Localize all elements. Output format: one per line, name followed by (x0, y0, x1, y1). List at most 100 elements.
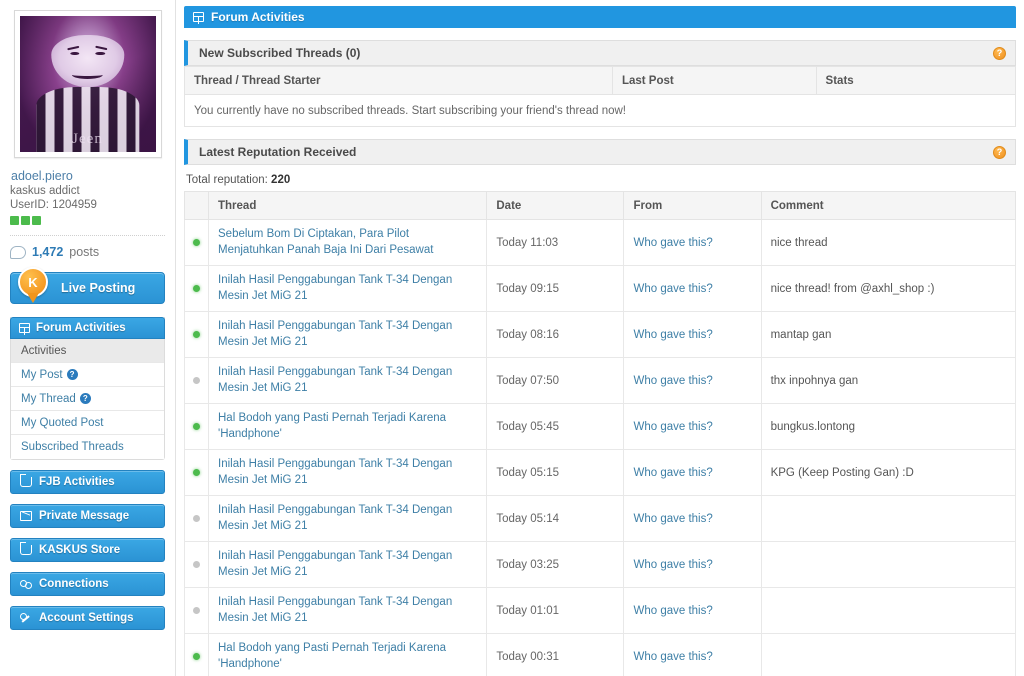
sidebar-button-label: Connections (39, 578, 109, 590)
menu-header-label: Forum Activities (36, 322, 126, 334)
who-gave-this-link[interactable]: Who gave this? (633, 467, 712, 479)
comment-cell: nice thread (760, 218, 1017, 267)
table-row: Inilah Hasil Penggabungan Tank T-34 Deng… (184, 265, 1017, 313)
comment-cell (760, 633, 1017, 676)
from-cell: Who gave this? (623, 633, 762, 676)
date-cell: Today 09:15 (486, 265, 625, 313)
thread-link[interactable]: Hal Bodoh yang Pasti Pernah Terjadi Kare… (218, 641, 477, 672)
total-reputation-value: 220 (271, 174, 291, 186)
who-gave-this-link[interactable]: Who gave this? (633, 651, 712, 663)
reputation-neutral-dot-icon (193, 514, 200, 522)
who-gave-this-link[interactable]: Who gave this? (633, 421, 712, 433)
thread-link[interactable]: Inilah Hasil Penggabungan Tank T-34 Deng… (218, 549, 477, 580)
posts-count: 1,472 (32, 245, 64, 259)
from-cell: Who gave this? (623, 311, 762, 359)
sidebar-item-my-thread[interactable]: My Thread ? (11, 387, 164, 411)
reputation-status-cell (184, 449, 209, 497)
help-circle-icon[interactable]: ? (79, 393, 91, 404)
who-gave-this-link[interactable]: Who gave this? (633, 605, 712, 617)
thread-cell: Hal Bodoh yang Pasti Pernah Terjadi Kare… (207, 403, 488, 451)
envelope-icon (20, 511, 32, 521)
sidebar-item-my-quoted-post[interactable]: My Quoted Post (11, 411, 164, 435)
who-gave-this-link[interactable]: Who gave this? (633, 513, 712, 525)
help-circle-icon[interactable]: ? (993, 145, 1006, 159)
who-gave-this-link[interactable]: Who gave this? (633, 375, 712, 387)
total-reputation: Total reputation: 220 (186, 174, 1016, 186)
column-header-thread: Thread (207, 191, 488, 220)
thread-link[interactable]: Inilah Hasil Penggabungan Tank T-34 Deng… (218, 365, 477, 396)
reputation-status-cell (184, 218, 209, 267)
help-circle-icon[interactable]: ? (66, 369, 78, 380)
sidebar-button-account-settings[interactable]: Account Settings (10, 606, 165, 630)
sidebar-item-subscribed-threads[interactable]: Subscribed Threads (11, 435, 164, 459)
cart-icon (20, 474, 32, 487)
thread-link[interactable]: Inilah Hasil Penggabungan Tank T-34 Deng… (218, 273, 477, 304)
sidebar-item-label: My Thread (21, 392, 76, 405)
page-title-label: Forum Activities (211, 10, 305, 24)
total-reputation-label: Total reputation: (186, 174, 268, 186)
thread-link[interactable]: Inilah Hasil Penggabungan Tank T-34 Deng… (218, 503, 477, 534)
reputation-positive-dot-icon (193, 238, 200, 246)
thread-cell: Sebelum Bom Di Ciptakan, Para Pilot Menj… (207, 218, 488, 267)
reputation-table-body: Sebelum Bom Di Ciptakan, Para Pilot Menj… (184, 218, 1017, 676)
sidebar-button-kaskus-store[interactable]: KASKUS Store (10, 538, 165, 562)
reputation-status-cell (184, 541, 209, 589)
comment-cell: bungkus.lontong (760, 403, 1017, 451)
username[interactable]: adoel.piero (11, 169, 165, 183)
subscribed-threads-table: Thread / Thread Starter Last Post Stats … (184, 66, 1017, 127)
who-gave-this-link[interactable]: Who gave this? (633, 559, 712, 571)
table-row: Inilah Hasil Penggabungan Tank T-34 Deng… (184, 311, 1017, 359)
column-header-from: From (623, 191, 762, 220)
thread-link[interactable]: Hal Bodoh yang Pasti Pernah Terjadi Kare… (218, 411, 477, 442)
who-gave-this-link[interactable]: Who gave this? (633, 283, 712, 295)
thread-link[interactable]: Inilah Hasil Penggabungan Tank T-34 Deng… (218, 595, 477, 626)
sidebar-button-connections[interactable]: Connections (10, 572, 165, 596)
table-row: Inilah Hasil Penggabungan Tank T-34 Deng… (184, 587, 1017, 635)
date-cell: Today 11:03 (486, 218, 625, 267)
sidebar: Jeen adoel.piero kaskus addict UserID: 1… (0, 0, 176, 676)
thread-cell: Inilah Hasil Penggabungan Tank T-34 Deng… (207, 265, 488, 313)
reputation-table: Thread Date From Comment Sebelum Bom Di … (184, 191, 1017, 676)
avatar[interactable]: Jeen (13, 10, 162, 158)
date-cell: Today 01:01 (486, 587, 625, 635)
live-posting-label: Live Posting (61, 281, 136, 295)
reputation-status-cell (184, 265, 209, 313)
forum-activities-menu: Forum Activities Activities My Post ? My… (10, 317, 165, 460)
sidebar-item-activities[interactable]: Activities (11, 339, 164, 363)
column-header-comment: Comment (760, 191, 1017, 220)
table-row: Inilah Hasil Penggabungan Tank T-34 Deng… (184, 541, 1017, 589)
reputation-neutral-dot-icon (193, 560, 200, 568)
table-header-row: Thread / Thread Starter Last Post Stats (184, 66, 1017, 95)
posts-label: posts (69, 245, 100, 259)
reputation-bar (21, 216, 30, 225)
table-row: Inilah Hasil Penggabungan Tank T-34 Deng… (184, 495, 1017, 543)
help-circle-icon[interactable]: ? (993, 46, 1006, 60)
sidebar-item-my-post[interactable]: My Post ? (11, 363, 164, 387)
comment-cell (760, 541, 1017, 589)
section-label: Latest Reputation Received (199, 145, 357, 159)
comment-cell: mantap gan (760, 311, 1017, 359)
date-cell: Today 08:16 (486, 311, 625, 359)
live-posting-button[interactable]: K Live Posting (10, 267, 165, 304)
date-cell: Today 05:14 (486, 495, 625, 543)
thread-link[interactable]: Sebelum Bom Di Ciptakan, Para Pilot Menj… (218, 227, 477, 258)
reputation-bar (10, 216, 19, 225)
kaskus-k-logo-icon: K (18, 267, 48, 297)
menu-header[interactable]: Forum Activities (10, 317, 165, 339)
avatar-caption: Jeen (72, 131, 103, 147)
comment-cell (760, 587, 1017, 635)
column-header-status (184, 191, 209, 220)
date-cell: Today 03:25 (486, 541, 625, 589)
who-gave-this-link[interactable]: Who gave this? (633, 329, 712, 341)
who-gave-this-link[interactable]: Who gave this? (633, 237, 712, 249)
sidebar-button-private-message[interactable]: Private Message (10, 504, 165, 528)
thread-link[interactable]: Inilah Hasil Penggabungan Tank T-34 Deng… (218, 457, 477, 488)
cart-icon (20, 542, 32, 555)
table-row: Hal Bodoh yang Pasti Pernah Terjadi Kare… (184, 403, 1017, 451)
sidebar-button-fjb-activities[interactable]: FJB Activities (10, 470, 165, 494)
thread-link[interactable]: Inilah Hasil Penggabungan Tank T-34 Deng… (218, 319, 477, 350)
from-cell: Who gave this? (623, 541, 762, 589)
table-row: Hal Bodoh yang Pasti Pernah Terjadi Kare… (184, 633, 1017, 676)
reputation-positive-dot-icon (193, 284, 200, 292)
wrench-icon (20, 613, 32, 623)
